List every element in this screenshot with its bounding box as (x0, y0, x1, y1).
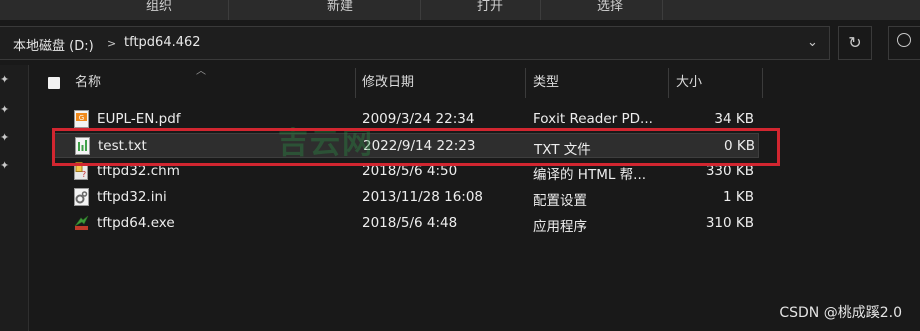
address-bar[interactable]: 本地磁盘 (D:) > tftpd64.462 ⌄ (0, 26, 830, 60)
file-type: 编译的 HTML 帮... (533, 167, 647, 183)
chevron-down-icon[interactable]: ⌄ (807, 35, 818, 50)
new-button[interactable]: 新建 (327, 0, 353, 14)
file-type: 配置设置 (533, 193, 587, 209)
column-divider[interactable] (355, 68, 356, 98)
file-row[interactable]: tftpd32.ini 2013/11/28 16:08 配置设置 1 KB (52, 185, 759, 210)
file-type: Foxit Reader PD... (533, 111, 653, 127)
column-header-size[interactable]: 大小 (676, 68, 702, 98)
navigation-pane[interactable]: ✦ ✦ ✦ ✦ (0, 65, 29, 331)
settings-file-icon (74, 188, 89, 206)
svg-text:G: G (79, 114, 84, 122)
pin-icon: ✦ (0, 159, 10, 172)
pin-icon: ✦ (0, 103, 10, 116)
ribbon-toolbar: 组织 新建 打开 选择 (0, 0, 920, 20)
column-divider[interactable] (762, 68, 763, 98)
file-size: 310 KB (705, 215, 754, 231)
sort-up-icon: ︿ (196, 66, 206, 77)
svg-text:?: ? (82, 170, 86, 179)
ribbon-divider (662, 0, 663, 20)
source-credit: CSDN @桃成蹊2.0 (779, 305, 902, 321)
search-icon (897, 33, 911, 47)
column-header-name[interactable]: 名称 (75, 68, 101, 98)
file-type: 应用程序 (533, 219, 587, 235)
file-size: 1 KB (723, 189, 754, 205)
pdf-icon: G (74, 110, 89, 128)
column-divider[interactable] (525, 68, 526, 98)
file-row[interactable]: tftpd64.exe 2018/5/6 4:48 应用程序 310 KB (52, 211, 759, 236)
file-modified: 2013/11/28 16:08 (362, 189, 484, 205)
ribbon-divider (228, 0, 229, 20)
refresh-icon[interactable]: ↻ (838, 26, 872, 60)
file-name: tftpd32.ini (97, 189, 167, 205)
select-all-checkbox[interactable] (48, 77, 60, 89)
file-size: 34 KB (714, 111, 754, 127)
file-name: EUPL-EN.pdf (97, 111, 181, 127)
pin-icon: ✦ (0, 73, 10, 86)
breadcrumb-folder[interactable]: tftpd64.462 (124, 35, 201, 50)
address-row: 本地磁盘 (D:) > tftpd64.462 ⌄ (0, 20, 920, 65)
pin-icon: ✦ (0, 131, 10, 144)
open-button[interactable]: 打开 (477, 0, 503, 14)
file-name: tftpd64.exe (97, 215, 175, 231)
exe-icon (74, 215, 89, 230)
ribbon-divider (540, 0, 541, 20)
column-header-type[interactable]: 类型 (533, 68, 559, 98)
highlight-annotation-box (52, 128, 780, 166)
chevron-right-icon[interactable]: > (107, 37, 116, 50)
search-box[interactable] (888, 26, 920, 60)
column-header-modified[interactable]: 修改日期 (362, 68, 414, 98)
column-divider[interactable] (668, 68, 669, 98)
file-modified: 2009/3/24 22:34 (362, 111, 475, 127)
organize-button[interactable]: 组织 (146, 0, 172, 14)
breadcrumb-drive[interactable]: 本地磁盘 (D:) (13, 35, 94, 54)
select-button[interactable]: 选择 (597, 0, 623, 14)
ribbon-divider (420, 0, 421, 20)
file-modified: 2018/5/6 4:48 (362, 215, 458, 231)
